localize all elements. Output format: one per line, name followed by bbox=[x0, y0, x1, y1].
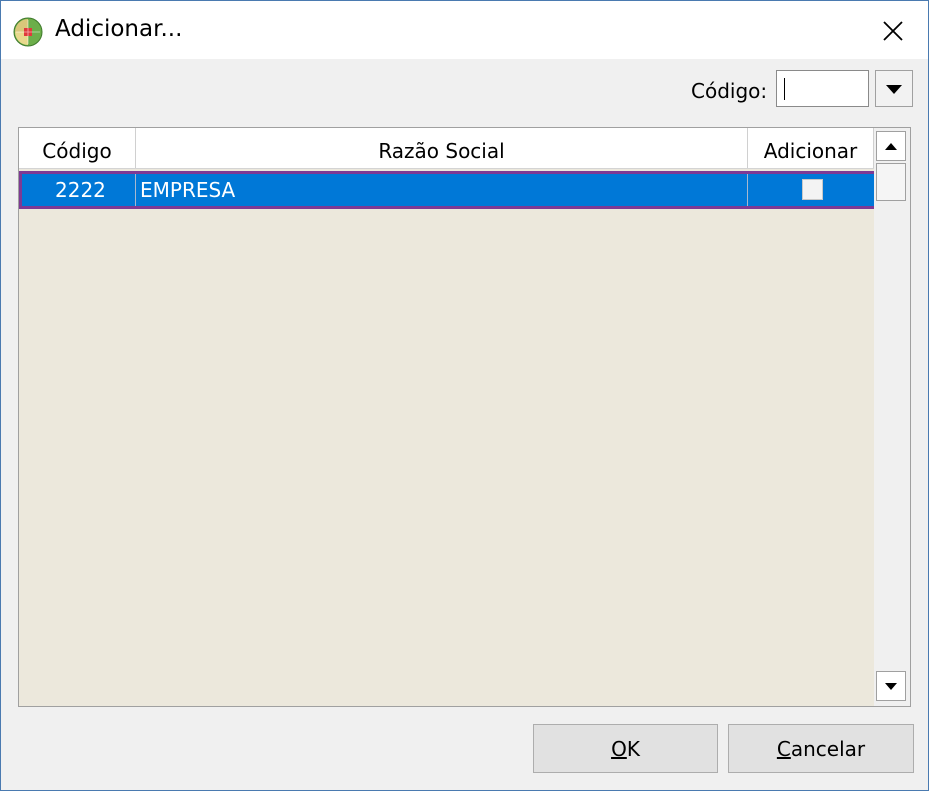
dialog-window: Adicionar... Código: Código Razão Social… bbox=[0, 0, 929, 791]
adicionar-checkbox[interactable] bbox=[802, 179, 823, 200]
cancel-button[interactable]: Cancelar bbox=[728, 724, 914, 773]
scroll-thumb[interactable] bbox=[876, 163, 906, 201]
table-row-selected[interactable]: 2222 EMPRESA bbox=[19, 171, 879, 209]
window-title: Adicionar... bbox=[55, 16, 183, 42]
dropdown-arrow-icon bbox=[886, 84, 902, 94]
vertical-scrollbar[interactable] bbox=[874, 128, 910, 706]
ok-button-label: OK bbox=[611, 736, 640, 761]
column-header-razao-social[interactable]: Razão Social bbox=[136, 128, 748, 168]
text-caret bbox=[784, 78, 785, 100]
codigo-filter-label: Código: bbox=[691, 79, 768, 103]
title-bar: Adicionar... bbox=[1, 1, 928, 59]
scroll-up-arrow-icon bbox=[885, 142, 897, 150]
column-header-codigo[interactable]: Código bbox=[19, 128, 136, 168]
close-icon bbox=[883, 21, 903, 41]
ok-button[interactable]: OK bbox=[533, 724, 718, 773]
scroll-down-arrow-icon bbox=[885, 682, 897, 690]
close-button[interactable] bbox=[867, 11, 919, 51]
codigo-dropdown-button[interactable] bbox=[875, 70, 913, 107]
column-header-adicionar[interactable]: Adicionar bbox=[748, 128, 874, 168]
cell-codigo: 2222 bbox=[55, 178, 106, 202]
scroll-up-button[interactable] bbox=[876, 131, 906, 161]
empresas-grid: Código Razão Social Adicionar 2222 EMPRE… bbox=[18, 127, 911, 707]
scroll-down-button[interactable] bbox=[876, 671, 906, 701]
grid-header: Código Razão Social Adicionar bbox=[19, 128, 874, 169]
column-divider bbox=[747, 174, 748, 206]
cancel-button-label: Cancelar bbox=[776, 736, 866, 761]
codigo-filter-input[interactable] bbox=[776, 70, 869, 107]
cell-razao-social: EMPRESA bbox=[140, 178, 236, 202]
app-globe-icon bbox=[13, 17, 43, 47]
column-divider bbox=[135, 174, 136, 206]
